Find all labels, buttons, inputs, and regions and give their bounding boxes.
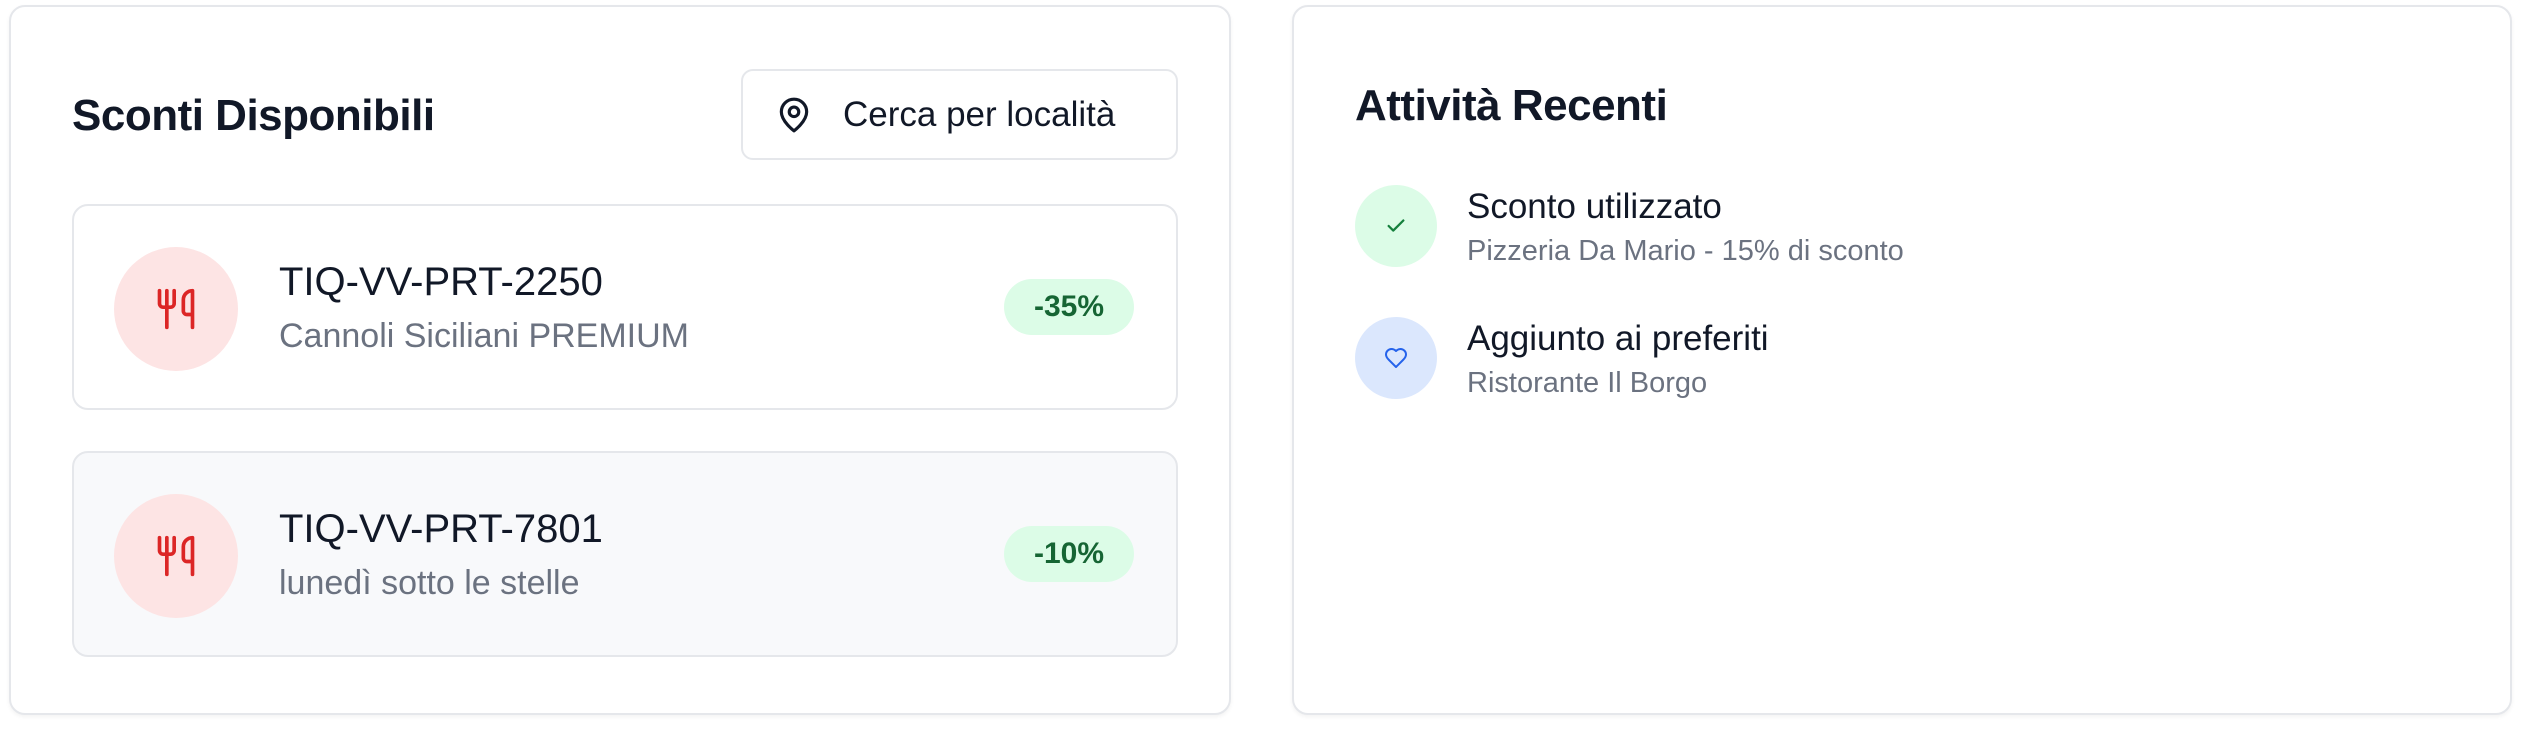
discount-badge: -35% xyxy=(1003,279,1134,335)
recent-activity-title: Attività Recenti xyxy=(1355,81,1668,130)
discount-name: Cannoli Siciliani PREMIUM xyxy=(279,317,690,355)
discount-card[interactable]: TIQ-VV-PRT-2250 Cannoli Siciliani PREMIU… xyxy=(72,204,1178,410)
activity-subtitle: Ristorante Il Borgo xyxy=(1467,367,1708,399)
activity-subtitle: Pizzeria Da Mario - 15% di sconto xyxy=(1467,235,1904,267)
discount-code: TIQ-VV-PRT-2250 xyxy=(279,260,603,304)
discount-name: lunedì sotto le stelle xyxy=(279,564,580,602)
activity-title: Aggiunto ai preferiti xyxy=(1467,319,1769,358)
utensils-icon xyxy=(114,247,238,371)
discounts-panel: Sconti Disponibili Cerca per località TI… xyxy=(9,5,1231,715)
heart-icon xyxy=(1355,317,1437,399)
discount-badge: -10% xyxy=(1003,526,1134,582)
search-location-label: Cerca per località xyxy=(843,94,1116,134)
activity-item: Sconto utilizzato Pizzeria Da Mario - 15… xyxy=(1355,185,2455,275)
recent-activity-panel: Attività Recenti Sconto utilizzato Pizze… xyxy=(1292,5,2512,715)
search-location-button[interactable]: Cerca per località xyxy=(741,69,1178,160)
discounts-title: Sconti Disponibili xyxy=(72,91,435,140)
utensils-icon xyxy=(114,494,238,618)
activity-item: Aggiunto ai preferiti Ristorante Il Borg… xyxy=(1355,317,2455,407)
map-pin-icon xyxy=(775,96,813,134)
discount-card[interactable]: TIQ-VV-PRT-7801 lunedì sotto le stelle -… xyxy=(72,451,1178,657)
activity-title: Sconto utilizzato xyxy=(1467,187,1722,226)
check-icon xyxy=(1355,185,1437,267)
discount-code: TIQ-VV-PRT-7801 xyxy=(279,507,603,551)
